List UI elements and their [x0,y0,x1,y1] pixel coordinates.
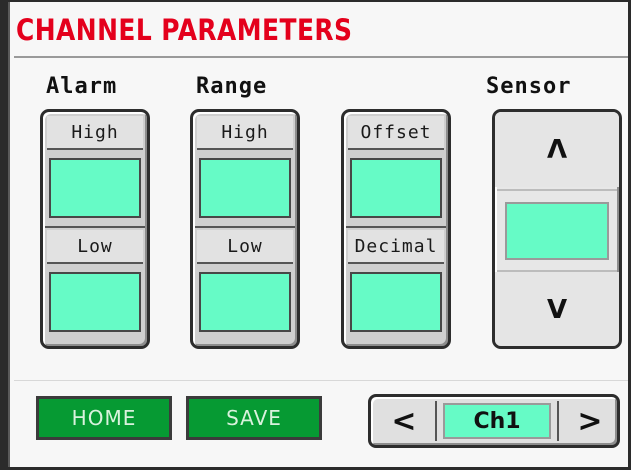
channel-prev-button[interactable]: < [375,397,433,445]
channel-selector: < Ch1 > [368,394,620,448]
device-frame: CHANNEL PARAMETERS Alarm Range Sensor Hi… [0,0,631,470]
range-low-label: Low [197,230,293,264]
sensor-group-label: Sensor [486,74,572,99]
range-high-field[interactable] [199,158,291,218]
sensor-divider-top [497,189,617,191]
alarm-panel: High Low [40,109,150,349]
chevron-left-icon: < [391,403,417,439]
channel-value: Ch1 [443,403,551,439]
save-button[interactable]: SAVE [186,396,322,440]
home-button[interactable]: HOME [36,396,172,440]
chevron-right-icon: > [577,403,603,439]
range-high-label: High [197,116,293,150]
alarm-group-label: Alarm [46,74,118,99]
chevron-down-icon: V [546,294,568,325]
range-group-label: Range [196,74,268,99]
title-divider [14,56,628,58]
page-title: CHANNEL PARAMETERS [16,13,353,47]
offset-panel-divider [346,226,446,228]
alarm-low-label: Low [47,230,143,264]
sensor-panel: Λ V [492,109,622,349]
sensor-up-button[interactable]: Λ [495,112,619,187]
chevron-up-icon: Λ [546,134,568,165]
offset-field[interactable] [350,158,442,218]
alarm-low-field[interactable] [49,272,141,332]
range-panel-divider [195,226,295,228]
alarm-high-label: High [47,116,143,150]
sensor-value-field[interactable] [505,202,609,260]
decimal-label: Decimal [348,230,444,264]
alarm-high-field[interactable] [49,158,141,218]
sensor-down-button[interactable]: V [495,272,619,346]
channel-next-button[interactable]: > [561,397,619,445]
channel-separator-right [557,401,559,441]
screen: CHANNEL PARAMETERS Alarm Range Sensor Hi… [8,2,628,467]
range-panel: High Low [190,109,300,349]
offset-panel: Offset Decimal [341,109,451,349]
channel-separator-left [435,401,437,441]
decimal-field[interactable] [350,272,442,332]
alarm-panel-divider [45,226,145,228]
offset-label: Offset [348,116,444,150]
bottom-divider [14,380,628,381]
range-low-field[interactable] [199,272,291,332]
